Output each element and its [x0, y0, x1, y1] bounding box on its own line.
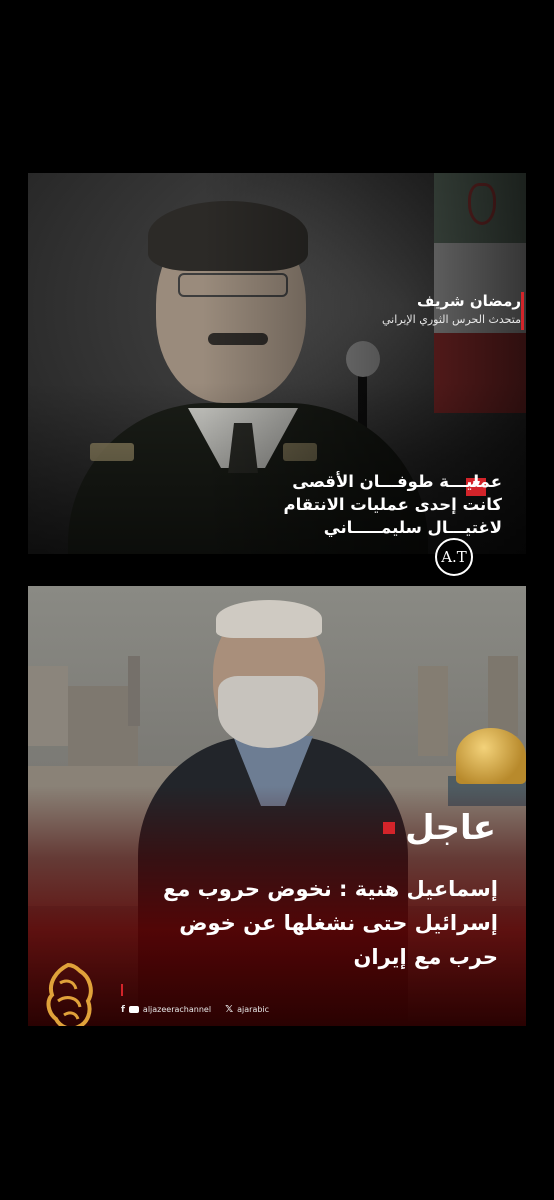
speaker-role: متحدث الحرس الثوري الإيراني: [381, 313, 521, 326]
social-handles: f aljazeerachannel 𝕏 ajarabic: [121, 1004, 269, 1015]
breaking-square-icon: [383, 822, 396, 834]
news-card-haniyeh: عاجل إسماعيل هنية : نخوض حروب مع إسرائيل…: [28, 586, 526, 1026]
speaker-name: رمضان شريف: [417, 292, 521, 310]
speaker-accent-bar: [521, 292, 524, 330]
x-icon: 𝕏: [225, 1004, 234, 1015]
speaker-caption: رمضان شريف متحدث الحرس الثوري الإيراني: [382, 292, 521, 326]
youtube-icon: [128, 1006, 139, 1013]
quote-text: عمليـــة طوفـــان الأقصى كانت إحدى عمليا…: [283, 472, 502, 537]
x-handle: ajarabic: [237, 1005, 270, 1014]
headline: إسماعيل هنية : نخوض حروب مع إسرائيل حتى …: [162, 877, 498, 969]
channel-handle: aljazeerachannel: [142, 1005, 212, 1014]
dome-of-the-rock: [456, 728, 526, 784]
aljazeera-logo: [46, 962, 93, 1026]
breaking-label: عاجل: [383, 808, 496, 848]
at-logo: A.T: [435, 538, 473, 576]
facebook-icon: f: [121, 1004, 125, 1015]
